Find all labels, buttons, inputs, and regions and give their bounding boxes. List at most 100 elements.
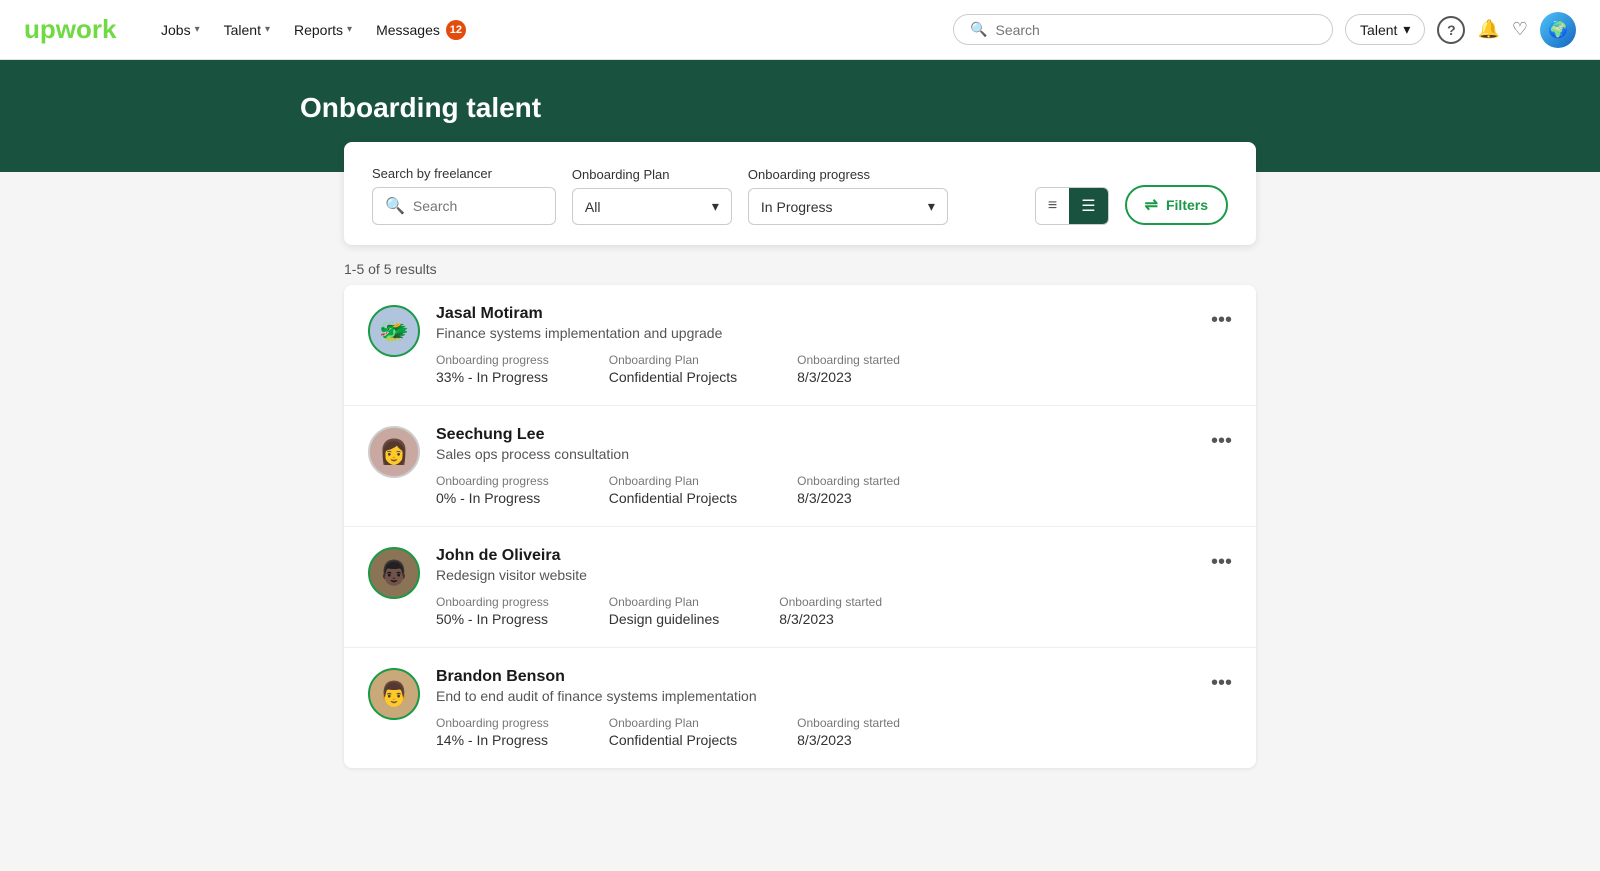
freelancer-info: Jasal Motiram Finance systems implementa… (436, 305, 1232, 385)
freelancer-name: Seechung Lee (436, 426, 1232, 444)
more-options-button[interactable]: ••• (1203, 668, 1240, 699)
view-toggle: ≡ ☰ (1035, 187, 1109, 225)
freelancer-info: Seechung Lee Sales ops process consultat… (436, 426, 1232, 506)
table-row: 👩 Seechung Lee Sales ops process consult… (344, 406, 1256, 527)
freelancer-title: Redesign visitor website (436, 567, 1232, 583)
progress-label: Onboarding progress (436, 474, 549, 488)
search-by-freelancer-label: Search by freelancer (372, 166, 556, 181)
filter-card: Search by freelancer 🔍 Onboarding Plan A… (344, 142, 1256, 245)
nav-talent[interactable]: Talent ▾ (214, 14, 280, 46)
started-value: 8/3/2023 (779, 611, 882, 627)
progress-value: 14% - In Progress (436, 732, 549, 748)
freelancer-title: End to end audit of finance systems impl… (436, 688, 1232, 704)
plan-col: Onboarding Plan Confidential Projects (609, 474, 737, 506)
plan-col: Onboarding Plan Design guidelines (609, 595, 720, 627)
started-col: Onboarding started 8/3/2023 (797, 716, 900, 748)
freelancer-info: John de Oliveira Redesign visitor websit… (436, 547, 1232, 627)
onboarding-progress-value: In Progress (761, 199, 833, 215)
plan-col: Onboarding Plan Confidential Projects (609, 353, 737, 385)
search-by-freelancer-group: Search by freelancer 🔍 (372, 166, 556, 225)
avatar: 👨🏿 (368, 547, 420, 599)
search-icon: 🔍 (970, 21, 987, 38)
list-view-compact-button[interactable]: ≡ (1036, 189, 1069, 223)
started-col: Onboarding started 8/3/2023 (779, 595, 882, 627)
more-options-button[interactable]: ••• (1203, 426, 1240, 457)
progress-col: Onboarding progress 33% - In Progress (436, 353, 549, 385)
filter-icon: ⇌ (1145, 195, 1158, 215)
table-row: 👨 Brandon Benson End to end audit of fin… (344, 648, 1256, 768)
started-label: Onboarding started (797, 716, 900, 730)
avatar: 👨 (368, 668, 420, 720)
started-value: 8/3/2023 (797, 369, 900, 385)
chevron-down-icon: ▾ (347, 24, 352, 35)
more-options-button[interactable]: ••• (1203, 305, 1240, 336)
plan-value: Confidential Projects (609, 369, 737, 385)
talent-filter-dropdown[interactable]: Talent ▾ (1345, 14, 1425, 45)
favorites-button[interactable]: ♡ (1512, 19, 1528, 40)
table-row: 🐲 Jasal Motiram Finance systems implemen… (344, 285, 1256, 406)
onboarding-progress-group: Onboarding progress In Progress ▾ (748, 167, 948, 225)
meta-row: Onboarding progress 50% - In Progress On… (436, 595, 1232, 627)
chevron-down-icon: ▾ (928, 198, 935, 215)
ellipsis-icon: ••• (1211, 672, 1232, 695)
started-label: Onboarding started (797, 353, 900, 367)
user-avatar[interactable]: 🌍 (1540, 12, 1576, 48)
meta-row: Onboarding progress 14% - In Progress On… (436, 716, 1232, 748)
table-row: 👨🏿 John de Oliveira Redesign visitor web… (344, 527, 1256, 648)
search-input[interactable] (995, 22, 1316, 38)
progress-value: 0% - In Progress (436, 490, 549, 506)
nav-messages[interactable]: Messages 12 (366, 12, 476, 48)
help-button[interactable]: ? (1437, 16, 1465, 44)
freelancer-search-input-wrapper[interactable]: 🔍 (372, 187, 556, 225)
page-title: Onboarding talent (300, 92, 1600, 124)
bell-icon: 🔔 (1477, 19, 1499, 40)
ellipsis-icon: ••• (1211, 430, 1232, 453)
heart-icon: ♡ (1512, 19, 1528, 40)
global-search-bar[interactable]: 🔍 (953, 14, 1333, 45)
onboarding-progress-select[interactable]: In Progress ▾ (748, 188, 948, 225)
progress-label: Onboarding progress (436, 353, 549, 367)
onboarding-plan-select[interactable]: All ▾ (572, 188, 732, 225)
freelancer-title: Sales ops process consultation (436, 446, 1232, 462)
progress-col: Onboarding progress 0% - In Progress (436, 474, 549, 506)
messages-badge: 12 (446, 20, 466, 40)
started-col: Onboarding started 8/3/2023 (797, 353, 900, 385)
more-options-button[interactable]: ••• (1203, 547, 1240, 578)
chevron-down-icon: ▾ (1403, 21, 1410, 38)
progress-value: 33% - In Progress (436, 369, 549, 385)
chevron-down-icon: ▾ (265, 24, 270, 35)
ellipsis-icon: ••• (1211, 551, 1232, 574)
freelancer-search-input[interactable] (413, 198, 543, 214)
notifications-button[interactable]: 🔔 (1477, 19, 1499, 40)
progress-value: 50% - In Progress (436, 611, 549, 627)
freelancer-info: Brandon Benson End to end audit of finan… (436, 668, 1232, 748)
plan-value: Design guidelines (609, 611, 720, 627)
results-count: 1-5 of 5 results (344, 245, 1256, 285)
plan-label: Onboarding Plan (609, 353, 737, 367)
onboarding-plan-group: Onboarding Plan All ▾ (572, 167, 732, 225)
freelancer-name: John de Oliveira (436, 547, 1232, 565)
onboarding-progress-label: Onboarding progress (748, 167, 948, 182)
ellipsis-icon: ••• (1211, 309, 1232, 332)
svg-text:upwork: upwork (24, 16, 117, 44)
freelancer-title: Finance systems implementation and upgra… (436, 325, 1232, 341)
nav-right: 🔍 Talent ▾ ? 🔔 ♡ 🌍 (953, 12, 1576, 48)
upwork-logo[interactable]: upwork (24, 16, 119, 44)
progress-label: Onboarding progress (436, 595, 549, 609)
results-table: 🐲 Jasal Motiram Finance systems implemen… (344, 285, 1256, 768)
filters-button[interactable]: ⇌ Filters (1125, 185, 1228, 225)
list-view-button[interactable]: ☰ (1069, 188, 1107, 224)
nav-reports[interactable]: Reports ▾ (284, 14, 362, 46)
nav-jobs[interactable]: Jobs ▾ (151, 14, 210, 46)
filter-row: Search by freelancer 🔍 Onboarding Plan A… (372, 166, 1228, 225)
progress-col: Onboarding progress 14% - In Progress (436, 716, 549, 748)
started-value: 8/3/2023 (797, 732, 900, 748)
freelancer-name: Jasal Motiram (436, 305, 1232, 323)
nav-links: Jobs ▾ Talent ▾ Reports ▾ Messages 12 (151, 12, 476, 48)
main-content: Search by freelancer 🔍 Onboarding Plan A… (320, 142, 1280, 808)
help-icon: ? (1437, 16, 1465, 44)
meta-row: Onboarding progress 33% - In Progress On… (436, 353, 1232, 385)
navbar: upwork Jobs ▾ Talent ▾ Reports ▾ Message… (0, 0, 1600, 60)
onboarding-plan-label: Onboarding Plan (572, 167, 732, 182)
onboarding-plan-value: All (585, 199, 601, 215)
